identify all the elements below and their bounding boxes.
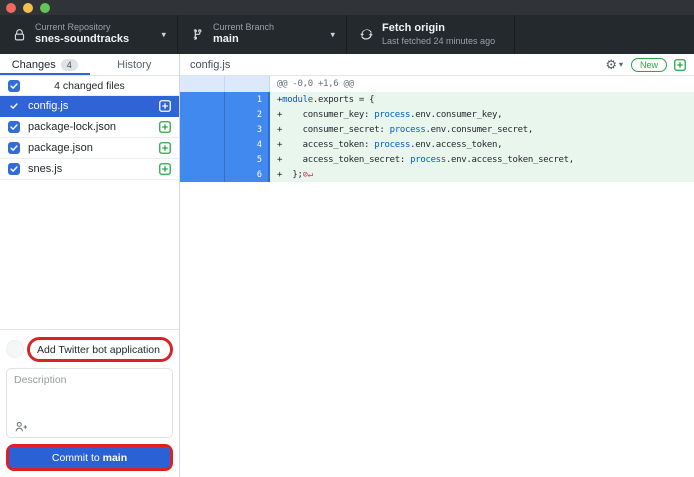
diff-line-gutter[interactable]: 5 — [180, 152, 270, 167]
diff-lines: 1+module.exports = {2+ consumer_key: pro… — [180, 92, 694, 182]
main-content: Changes 4 History 4 changed files config… — [0, 54, 694, 477]
file-added-icon — [159, 100, 171, 112]
current-branch-label: Current Branch — [213, 22, 274, 33]
file-name: config.js — [28, 100, 159, 112]
file-added-icon — [159, 142, 171, 154]
file-checkbox[interactable] — [8, 163, 20, 175]
github-desktop-window: Current Repository snes-soundtracks ▾ Cu… — [0, 0, 694, 477]
file-added-icon — [674, 59, 686, 71]
diff-line-code: + };⊘↵ — [270, 167, 694, 182]
diff-hunk-gutter — [180, 76, 270, 92]
changes-sidebar: Changes 4 History 4 changed files config… — [0, 54, 180, 477]
sidebar-empty-space — [0, 180, 179, 329]
file-checkbox[interactable] — [8, 100, 20, 112]
changed-file-list: config.js package-lock.json package.json sn… — [0, 96, 179, 180]
diff-line-gutter[interactable]: 3 — [180, 122, 270, 137]
tab-history[interactable]: History — [90, 54, 180, 75]
changed-files-label: 4 changed files — [54, 80, 125, 92]
lock-icon — [11, 28, 27, 42]
file-status-badge: New — [631, 58, 667, 72]
diff-file-title: config.js — [190, 59, 605, 71]
diff-line-gutter[interactable]: 6 — [180, 167, 270, 182]
commit-button-branch: main — [103, 452, 128, 464]
diff-line-gutter[interactable]: 4 — [180, 137, 270, 152]
avatar — [6, 340, 24, 358]
file-name: snes.js — [28, 163, 159, 175]
diff-line-gutter[interactable]: 2 — [180, 107, 270, 122]
commit-form: Commit to main — [0, 329, 179, 477]
commit-summary-input[interactable] — [30, 340, 170, 359]
diff-hunk-text: @@ -0,0 +1,6 @@ — [270, 76, 694, 92]
diff-line-code: + consumer_secret: process.env.consumer_… — [270, 122, 694, 137]
diff-line-code: + access_token_secret: process.env.acces… — [270, 152, 694, 167]
minimize-window-button[interactable] — [23, 3, 33, 13]
annotation-highlight-commit: Commit to main — [6, 444, 173, 471]
diff-header: config.js ⚙ ▾ New — [180, 54, 694, 76]
tab-history-label: History — [117, 59, 151, 71]
diff-pane: config.js ⚙ ▾ New @@ -0,0 +1,6 @@ 1+modu… — [180, 54, 694, 477]
commit-button-prefix: Commit to — [52, 452, 103, 464]
close-window-button[interactable] — [6, 3, 16, 13]
file-row[interactable]: package-lock.json — [0, 117, 179, 138]
fetch-origin-sublabel: Last fetched 24 minutes ago — [382, 36, 495, 47]
diff-line-code: + access_token: process.env.access_token… — [270, 137, 694, 152]
file-row[interactable]: package.json — [0, 138, 179, 159]
git-branch-icon — [189, 28, 205, 41]
chevron-down-icon: ▾ — [330, 29, 335, 40]
commit-to-main-button[interactable]: Commit to main — [9, 447, 170, 468]
diff-line[interactable]: 1+module.exports = { — [180, 92, 694, 107]
changed-files-header: 4 changed files — [0, 76, 179, 96]
current-repository-label: Current Repository — [35, 22, 129, 33]
file-checkbox[interactable] — [8, 121, 20, 133]
diff-line-code: +module.exports = { — [270, 92, 694, 107]
titlebar — [0, 0, 694, 15]
diff-hunk-header: @@ -0,0 +1,6 @@ — [180, 76, 694, 92]
diff-options-button[interactable]: ⚙ ▾ — [605, 58, 623, 71]
file-row[interactable]: snes.js — [0, 159, 179, 180]
file-row[interactable]: config.js — [0, 96, 179, 117]
file-added-icon — [159, 163, 171, 175]
file-name: package.json — [28, 142, 159, 154]
current-repository-value: snes-soundtracks — [35, 33, 129, 47]
current-branch-button[interactable]: Current Branch main ▾ — [178, 15, 347, 54]
tab-changes-label: Changes — [12, 59, 56, 71]
commit-description-box — [6, 368, 173, 438]
annotation-highlight-summary — [27, 337, 173, 363]
sidebar-tab-bar: Changes 4 History — [0, 54, 179, 76]
chevron-down-icon: ▾ — [619, 60, 623, 69]
diff-line-code: + consumer_key: process.env.consumer_key… — [270, 107, 694, 122]
changes-count-badge: 4 — [61, 59, 78, 71]
file-checkbox[interactable] — [8, 142, 20, 154]
diff-line-gutter[interactable]: 1 — [180, 92, 270, 107]
diff-line[interactable]: 3+ consumer_secret: process.env.consumer… — [180, 122, 694, 137]
add-coauthor-icon[interactable] — [14, 421, 28, 433]
diff-line[interactable]: 5+ access_token_secret: process.env.acce… — [180, 152, 694, 167]
toolbar: Current Repository snes-soundtracks ▾ Cu… — [0, 15, 694, 54]
gear-icon: ⚙ — [605, 58, 617, 71]
fetch-origin-button[interactable]: Fetch origin Last fetched 24 minutes ago — [347, 15, 515, 54]
tab-changes[interactable]: Changes 4 — [0, 54, 90, 75]
toolbar-empty-space — [515, 15, 694, 54]
commit-description-input[interactable] — [7, 369, 172, 421]
current-repository-button[interactable]: Current Repository snes-soundtracks ▾ — [0, 15, 178, 54]
diff-line[interactable]: 6+ };⊘↵ — [180, 167, 694, 182]
fetch-origin-label: Fetch origin — [382, 22, 495, 36]
file-added-icon — [159, 121, 171, 133]
commit-summary-row — [6, 337, 173, 363]
current-branch-value: main — [213, 33, 274, 47]
sync-icon — [358, 28, 374, 41]
diff-line[interactable]: 2+ consumer_key: process.env.consumer_ke… — [180, 107, 694, 122]
select-all-checkbox[interactable] — [8, 80, 20, 92]
diff-body: @@ -0,0 +1,6 @@ 1+module.exports = {2+ c… — [180, 76, 694, 477]
chevron-down-icon: ▾ — [161, 29, 166, 40]
zoom-window-button[interactable] — [40, 3, 50, 13]
diff-line[interactable]: 4+ access_token: process.env.access_toke… — [180, 137, 694, 152]
file-name: package-lock.json — [28, 121, 159, 133]
